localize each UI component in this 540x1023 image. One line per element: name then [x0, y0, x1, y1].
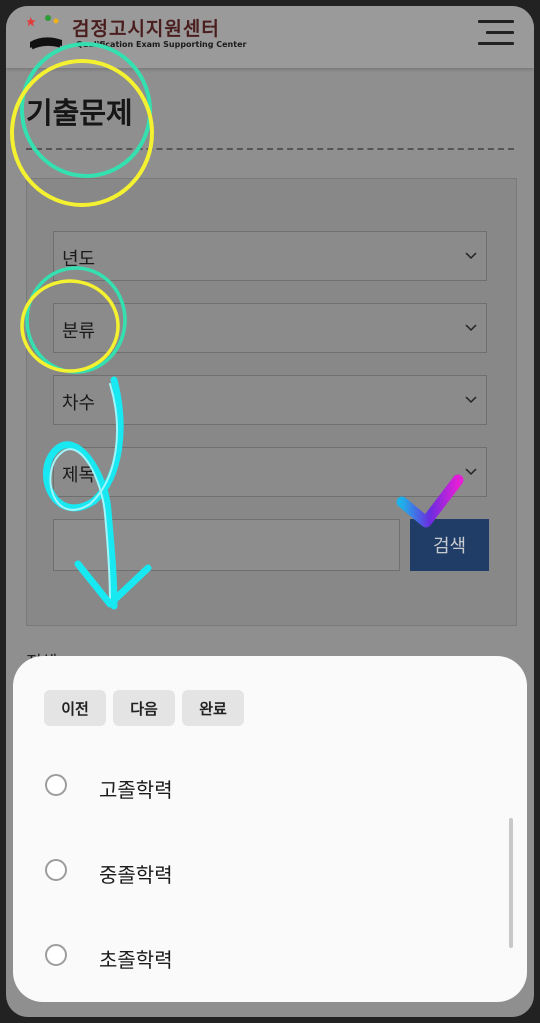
option-label: 고졸학력 [99, 778, 173, 802]
done-button[interactable]: 완료 [182, 690, 244, 726]
search-button[interactable]: 검색 [410, 519, 489, 571]
radio-button[interactable] [45, 944, 67, 966]
site-logo[interactable]: 검정고시지원센터 Qualification Exam Supporting C… [26, 12, 246, 58]
radio-button[interactable] [45, 774, 67, 796]
round-select-label: 차수 [62, 393, 96, 414]
logo-korean-text: 검정고시지원센터 [72, 18, 220, 40]
radio-button[interactable] [45, 859, 67, 881]
search-filter-panel: 년도 분류 차수 제목 검색 [26, 178, 517, 626]
picker-scrollbar[interactable] [509, 818, 513, 948]
book-logo-icon [26, 15, 62, 50]
category-select[interactable]: 분류 [53, 303, 487, 353]
chevron-down-icon [465, 252, 477, 260]
title-select[interactable]: 제목 [53, 447, 487, 497]
option-label: 중졸학력 [99, 863, 173, 887]
logo-english-text: Qualification Exam Supporting Center [76, 40, 247, 49]
page-title: 기출문제 [26, 96, 133, 130]
title-divider [26, 148, 514, 150]
round-select[interactable]: 차수 [53, 375, 487, 425]
chevron-down-icon [465, 396, 477, 404]
year-select-label: 년도 [62, 249, 96, 270]
search-input[interactable] [53, 519, 400, 571]
site-header: 검정고시지원센터 Qualification Exam Supporting C… [6, 6, 534, 68]
option-item-high-school[interactable]: 고졸학력 [45, 768, 465, 808]
chevron-down-icon [465, 468, 477, 476]
phone-screen: 검정고시지원센터 Qualification Exam Supporting C… [6, 6, 534, 1017]
hamburger-menu-icon[interactable] [474, 18, 514, 48]
option-picker-sheet: 이전 다음 완료 고졸학력 중졸학력 초졸학력 [13, 656, 527, 1002]
option-item-elementary-school[interactable]: 초졸학력 [45, 938, 465, 978]
option-label: 초졸학력 [99, 948, 173, 972]
category-select-label: 분류 [62, 321, 96, 342]
title-select-label: 제목 [62, 465, 96, 486]
prev-button[interactable]: 이전 [44, 690, 106, 726]
next-button[interactable]: 다음 [113, 690, 175, 726]
year-select[interactable]: 년도 [53, 231, 487, 281]
chevron-down-icon [465, 324, 477, 332]
option-item-middle-school[interactable]: 중졸학력 [45, 853, 465, 893]
